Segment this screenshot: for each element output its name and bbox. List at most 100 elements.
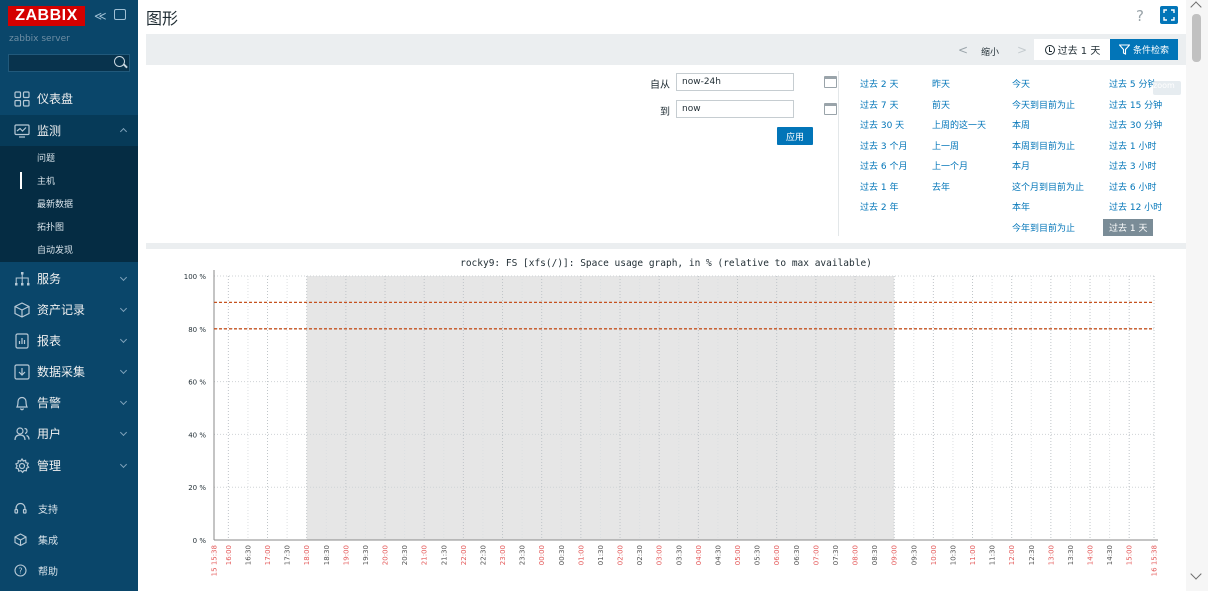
filter-tab[interactable]: 条件检索 bbox=[1110, 39, 1178, 60]
submenu-problems[interactable]: 问题 bbox=[0, 146, 138, 169]
quick-range-link[interactable]: 过去 3 个月 bbox=[860, 139, 907, 152]
quick-range-link[interactable]: 上周的这一天 bbox=[932, 118, 986, 131]
reports-icon bbox=[7, 332, 37, 349]
nav-monitoring[interactable]: 监测 bbox=[0, 115, 138, 146]
x-tick-label: 21:00 bbox=[421, 545, 429, 565]
quick-range-link[interactable]: 本年 bbox=[1012, 200, 1030, 213]
sidebar-kiosk-icon[interactable] bbox=[114, 9, 126, 20]
quick-range-link[interactable]: 过去 5 分钟 bbox=[1109, 77, 1156, 90]
quick-range-link[interactable]: 今年到目前为止 bbox=[1012, 221, 1075, 234]
chevron-down-icon bbox=[119, 335, 128, 344]
x-tick-label: 11:30 bbox=[989, 545, 997, 565]
quick-range-link[interactable]: 过去 30 分钟 bbox=[1109, 118, 1162, 131]
zabbix-logo[interactable]: ZABBIX bbox=[8, 6, 85, 26]
x-tick-label: 23:00 bbox=[499, 545, 507, 565]
quick-range-link[interactable]: 过去 3 小时 bbox=[1109, 159, 1156, 172]
quick-range-link[interactable]: 本周 bbox=[1012, 118, 1030, 131]
quick-range-link[interactable]: 过去 15 分钟 bbox=[1109, 98, 1162, 111]
nav-users[interactable]: 用户 bbox=[0, 418, 138, 449]
quick-range-link[interactable]: 今天到目前为止 bbox=[1012, 98, 1075, 111]
quick-range-link[interactable]: 昨天 bbox=[932, 77, 950, 90]
x-tick-label: 22:00 bbox=[460, 545, 468, 565]
quick-range-link[interactable]: 过去 30 天 bbox=[860, 118, 904, 131]
quick-range-link[interactable]: 过去 1 小时 bbox=[1109, 139, 1156, 152]
nav-inventory[interactable]: 资产记录 bbox=[0, 294, 138, 325]
quick-range-link[interactable]: 上一周 bbox=[932, 139, 959, 152]
submenu-discovery[interactable]: 自动发现 bbox=[0, 238, 138, 261]
from-input[interactable] bbox=[676, 73, 794, 91]
x-tick-label: 02:30 bbox=[636, 545, 644, 565]
nav-support-label: 支持 bbox=[38, 504, 58, 516]
nav-dashboard-label: 仪表盘 bbox=[37, 92, 74, 106]
calendar-icon[interactable] bbox=[824, 76, 837, 88]
x-tick-label: 00:00 bbox=[538, 545, 546, 565]
quick-range-link[interactable]: 过去 1 年 bbox=[860, 180, 898, 193]
nav-support[interactable]: 支持 bbox=[0, 495, 138, 521]
sidebar: ZABBIX ≪ zabbix server 仪表盘 监测 问题 主机 最新数据… bbox=[0, 0, 138, 591]
time-period-tab[interactable]: 过去 1 天 bbox=[1034, 39, 1111, 60]
quick-range-link[interactable]: 过去 12 小时 bbox=[1109, 200, 1162, 213]
x-tick-label: 07:30 bbox=[832, 545, 840, 565]
x-tick-label: 17:00 bbox=[264, 545, 272, 565]
chevron-down-icon bbox=[119, 460, 128, 469]
graph-chart[interactable]: 0 % 20 % 40 % 60 % 80 % 100 % 15 15:38 16:00 16:… bbox=[146, 249, 1186, 582]
x-tick-label: 18:30 bbox=[323, 545, 331, 565]
nav-help-label: 帮助 bbox=[38, 566, 58, 578]
y-tick-label: 60 % bbox=[188, 379, 206, 387]
quick-range-link[interactable]: 本周到目前为止 bbox=[1012, 139, 1075, 152]
nav-services[interactable]: 服务 bbox=[0, 263, 138, 294]
quick-range-link[interactable]: 本月 bbox=[1012, 159, 1030, 172]
quick-range-link[interactable]: 去年 bbox=[932, 180, 950, 193]
scroll-down-arrow-icon[interactable] bbox=[1190, 568, 1202, 580]
calendar-icon[interactable] bbox=[824, 103, 837, 115]
submenu-hosts[interactable]: 主机 bbox=[0, 169, 138, 192]
x-tick-label: 17:30 bbox=[284, 545, 292, 565]
monitoring-submenu: 问题 主机 最新数据 拓扑图 自动发现 bbox=[0, 146, 138, 262]
page-scrollbar[interactable] bbox=[1186, 0, 1208, 591]
nav-monitoring-label: 监测 bbox=[37, 124, 62, 138]
submenu-latest-data[interactable]: 最新数据 bbox=[0, 192, 138, 215]
quick-range-link[interactable]: 今天 bbox=[1012, 77, 1030, 90]
x-tick-label: 08:00 bbox=[852, 545, 860, 565]
quick-range-link[interactable]: 过去 2 天 bbox=[860, 77, 898, 90]
x-tick-label: 06:30 bbox=[793, 545, 801, 565]
quick-range-link[interactable]: 过去 6 个月 bbox=[860, 159, 907, 172]
nav-data-collection[interactable]: 数据采集 bbox=[0, 356, 138, 387]
search-icon[interactable] bbox=[114, 56, 125, 67]
x-tick-label: 16:00 bbox=[225, 545, 233, 565]
quick-range-link[interactable]: 过去 6 小时 bbox=[1109, 180, 1156, 193]
server-name: zabbix server bbox=[9, 34, 70, 44]
scroll-thumb[interactable] bbox=[1192, 14, 1201, 62]
nav-reports[interactable]: 报表 bbox=[0, 325, 138, 356]
time-back-arrow-icon[interactable]: < bbox=[958, 43, 968, 57]
zoom-out-button[interactable]: 缩小 bbox=[981, 45, 999, 58]
to-label: 到 bbox=[660, 107, 670, 118]
quick-range-link[interactable]: 过去 7 天 bbox=[860, 98, 898, 111]
quick-range-link[interactable]: 上一个月 bbox=[932, 159, 968, 172]
apply-button[interactable]: 应用 bbox=[777, 127, 813, 145]
scroll-up-arrow-icon[interactable] bbox=[1190, 1, 1202, 13]
x-tick-label: 20:00 bbox=[382, 545, 390, 565]
nav-alerts[interactable]: 告警 bbox=[0, 387, 138, 418]
nav-administration[interactable]: 管理 bbox=[0, 450, 138, 481]
quick-range-link[interactable]: 前天 bbox=[932, 98, 950, 111]
x-tick-label: 00:30 bbox=[558, 545, 566, 565]
x-tick-label: 19:00 bbox=[342, 545, 350, 565]
collapse-sidebar-icon[interactable]: ≪ bbox=[94, 9, 107, 23]
submenu-maps[interactable]: 拓扑图 bbox=[0, 215, 138, 238]
x-tick-label: 11:00 bbox=[969, 545, 977, 565]
nav-help[interactable]: ? 帮助 bbox=[0, 557, 138, 583]
nav-integrations[interactable]: 集成 bbox=[0, 526, 138, 552]
x-tick-label: 19:30 bbox=[362, 545, 370, 565]
x-tick-label: 03:00 bbox=[656, 545, 664, 565]
kiosk-mode-button[interactable] bbox=[1160, 6, 1178, 24]
time-forward-arrow-icon[interactable]: > bbox=[1017, 43, 1027, 57]
quick-range-link[interactable]: 这个月到目前为止 bbox=[1012, 180, 1084, 193]
sidebar-search-input[interactable] bbox=[8, 54, 130, 72]
quick-range-link[interactable]: 过去 2 年 bbox=[860, 200, 898, 213]
data-collection-icon bbox=[7, 363, 37, 380]
help-icon[interactable]: ? bbox=[1136, 7, 1144, 25]
quick-range-link[interactable]: 过去 1 天 bbox=[1103, 218, 1154, 236]
nav-dashboard[interactable]: 仪表盘 bbox=[0, 83, 138, 114]
to-input[interactable] bbox=[676, 100, 794, 118]
